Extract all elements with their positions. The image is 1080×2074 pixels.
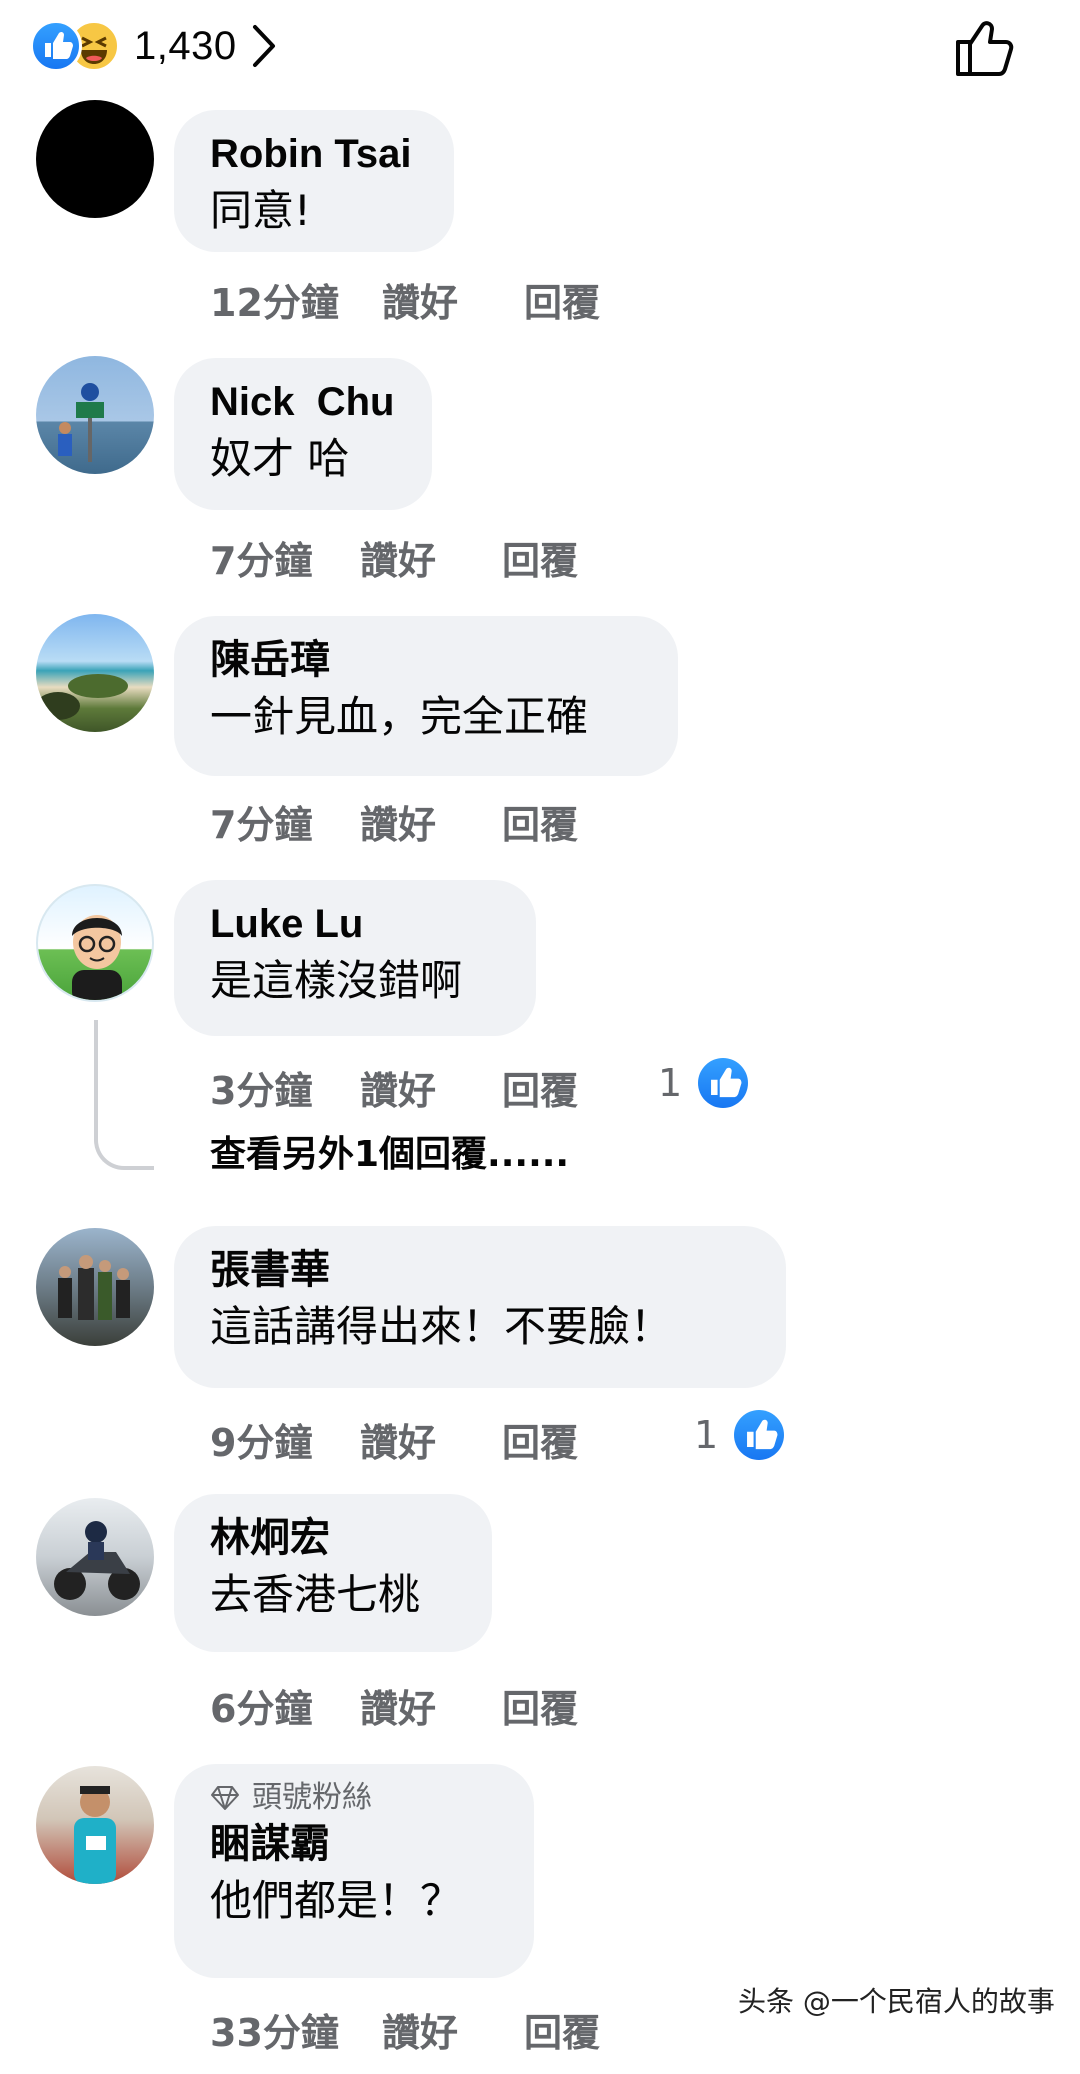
comment-time[interactable]: 6分鐘 [210, 1678, 360, 1733]
avatar[interactable] [36, 1766, 154, 1884]
comment-time[interactable]: 33分鐘 [210, 2002, 382, 2057]
comment-time[interactable]: 9分鐘 [210, 1412, 360, 1467]
top-fan-badge: 頭號粉絲 [210, 1778, 500, 1818]
comment-bubble[interactable]: Luke Lu 是這樣沒錯啊 [174, 880, 536, 1036]
avatar[interactable] [36, 356, 154, 474]
comment-author[interactable]: 睏謀霸 [210, 1818, 500, 1870]
reply-button[interactable]: 回覆 [524, 2002, 644, 2057]
reply-button[interactable]: 回覆 [502, 1060, 622, 1115]
comment-time[interactable]: 3分鐘 [210, 1060, 360, 1115]
comment-time[interactable]: 7分鐘 [210, 794, 360, 849]
like-button[interactable]: 讚好 [360, 1412, 502, 1467]
comment-bubble[interactable]: Nick Chu 奴才 哈 [174, 358, 432, 510]
source-watermark: 头条 @一个民宿人的故事 [738, 1985, 1055, 2018]
reaction-count: 1,430 [134, 23, 237, 68]
view-more-replies-link[interactable]: 查看另外1個回覆...... [210, 1125, 569, 1177]
comment-actions: 9分鐘 讚好 回覆 [210, 1412, 622, 1467]
like-button[interactable]: 讚好 [382, 272, 524, 327]
comment-author[interactable]: Luke Lu [210, 898, 502, 950]
comment-bubble[interactable]: 陳岳璋 一針見血，完全正確 [174, 616, 678, 776]
badge-label: 頭號粉絲 [252, 1780, 372, 1815]
comment-author[interactable]: Robin Tsai [210, 128, 420, 180]
like-count-number: 1 [658, 1061, 683, 1105]
like-button[interactable]: 讚好 [360, 530, 502, 585]
reply-button[interactable]: 回覆 [502, 1412, 622, 1467]
cartoon-avatar-image [72, 915, 122, 1000]
comment-actions: 3分鐘 讚好 回覆 [210, 1060, 622, 1115]
comment-like-count[interactable]: 1 [658, 1058, 749, 1108]
avatar[interactable] [36, 884, 154, 1002]
comment-actions: 33分鐘 讚好 回覆 [210, 2002, 644, 2057]
avatar[interactable] [36, 1228, 154, 1346]
comment-time[interactable]: 7分鐘 [210, 530, 360, 585]
avatar[interactable] [36, 1498, 154, 1616]
comment-bubble[interactable]: Robin Tsai 同意! [174, 110, 454, 252]
road-sign-image [58, 383, 104, 462]
comment-text: 一針見血，完全正確 [210, 692, 589, 741]
like-reaction-icon [698, 1058, 749, 1108]
like-button[interactable]: 讚好 [360, 1060, 502, 1115]
comment-actions: 6分鐘 讚好 回覆 [210, 1678, 622, 1733]
chevron-right-icon [252, 25, 275, 67]
reaction-summary[interactable]: 1,430 [30, 18, 279, 74]
like-reaction-icon [734, 1410, 785, 1460]
comment-actions: 12分鐘 讚好 回覆 [210, 272, 644, 327]
comment-author[interactable]: Nick Chu [210, 376, 398, 428]
reply-button[interactable]: 回覆 [502, 530, 622, 585]
comment-like-count[interactable]: 1 [694, 1410, 785, 1460]
comment-bubble[interactable]: 林炯宏 去香港七桃 [174, 1494, 492, 1652]
comment-text: 奴才 哈 [210, 434, 350, 483]
comment-author[interactable]: 陳岳璋 [210, 634, 644, 686]
like-button[interactable]: 讚好 [360, 794, 502, 849]
diamond-icon [211, 1786, 239, 1810]
group-photo-image [58, 1255, 130, 1320]
avatar[interactable] [36, 100, 154, 218]
motorcycle-photo-image [54, 1521, 140, 1600]
reply-button[interactable]: 回覆 [524, 272, 644, 327]
avatar[interactable] [36, 614, 154, 732]
comment-actions: 7分鐘 讚好 回覆 [210, 794, 622, 849]
like-reaction-icon [30, 20, 82, 72]
comment-time[interactable]: 12分鐘 [210, 272, 382, 327]
reply-button[interactable]: 回覆 [502, 1678, 622, 1733]
comment-text: 這話講得出來！不要臉！ [210, 1302, 673, 1351]
thumbs-up-outline-icon[interactable] [952, 14, 1018, 80]
like-button[interactable]: 讚好 [360, 1678, 502, 1733]
reply-button[interactable]: 回覆 [502, 794, 622, 849]
beach-photo-image [36, 674, 128, 720]
comment-text: 去香港七桃 [210, 1570, 421, 1619]
comment-text: 他們都是！？ [210, 1876, 463, 1925]
comment-actions: 7分鐘 讚好 回覆 [210, 530, 622, 585]
like-button[interactable]: 讚好 [382, 2002, 524, 2057]
comment-author[interactable]: 張書華 [210, 1244, 752, 1296]
runner-photo-image [74, 1786, 116, 1884]
comment-bubble[interactable]: 張書華 這話講得出來！不要臉！ [174, 1226, 786, 1388]
reaction-summary-bar: 1,430 [0, 0, 1080, 96]
comment-author[interactable]: 林炯宏 [210, 1512, 458, 1564]
comment-text: 同意! [210, 186, 311, 235]
comment-bubble[interactable]: 頭號粉絲 睏謀霸 他們都是！？ [174, 1764, 534, 1978]
comment-text: 是這樣沒錯啊 [210, 956, 463, 1005]
like-count-number: 1 [694, 1413, 719, 1457]
reply-thread-line [94, 1020, 154, 1170]
